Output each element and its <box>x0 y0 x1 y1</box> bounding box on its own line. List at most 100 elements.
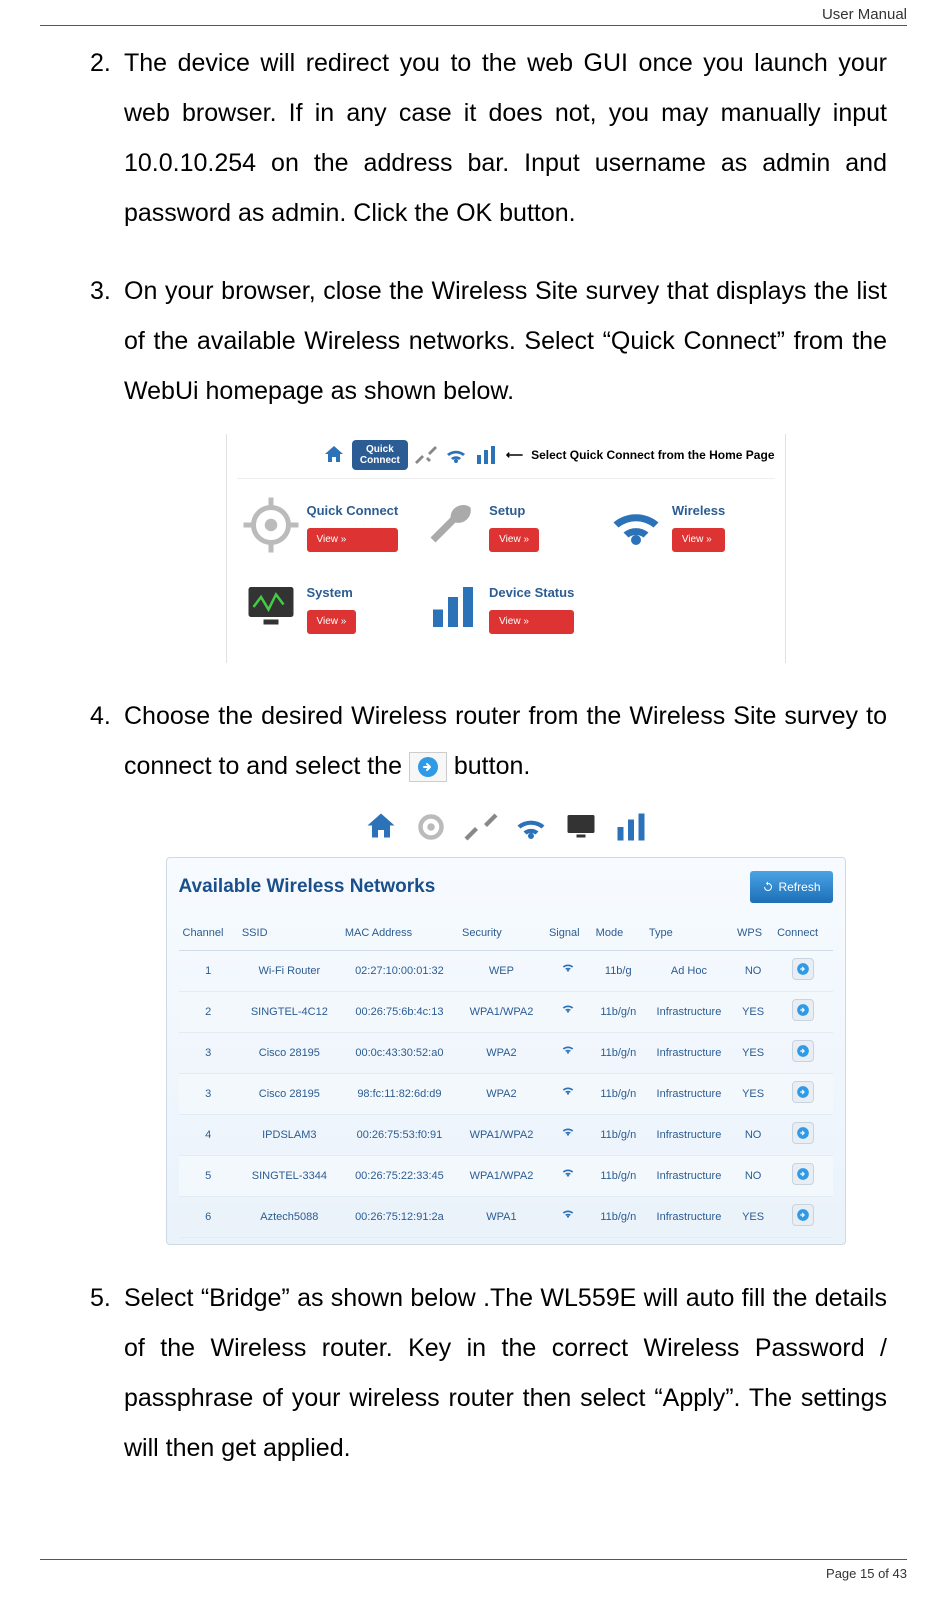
step-3: 3. On your browser, close the Wireless S… <box>90 266 887 663</box>
card-device-status[interactable]: Device Status View » <box>419 571 592 643</box>
gear-icon <box>241 495 301 555</box>
cell-security: WPA1/WPA2 <box>458 992 545 1033</box>
cell-type: Ad Hoc <box>645 951 733 992</box>
view-button[interactable]: View » <box>672 528 725 552</box>
cell-type: Infrastructure <box>645 1115 733 1156</box>
cell-channel: 4 <box>179 1115 238 1156</box>
table-row: 2SINGTEL-4C1200:26:75:6b:4c:13WPA1/WPA21… <box>179 992 833 1033</box>
cell-channel: 5 <box>179 1156 238 1197</box>
col-connect: Connect <box>773 916 832 951</box>
table-row: 1Wi-Fi Router02:27:10:00:01:32WEP11b/gAd… <box>179 951 833 992</box>
view-button[interactable]: View » <box>489 528 539 552</box>
wifi-signal-icon <box>559 1006 577 1018</box>
networks-table: Channel SSID MAC Address Security Signal… <box>179 916 833 1238</box>
step-text: The device will redirect you to the web … <box>124 49 887 227</box>
cell-connect <box>773 1074 832 1115</box>
cell-connect <box>773 1197 832 1238</box>
cell-signal <box>545 1033 592 1074</box>
cell-wps: NO <box>733 1156 773 1197</box>
cell-type: Infrastructure <box>645 992 733 1033</box>
cell-mode: 11b/g <box>592 951 645 992</box>
card-setup[interactable]: Setup View » <box>419 489 592 561</box>
col-mode: Mode <box>592 916 645 951</box>
connect-button[interactable] <box>792 1122 814 1144</box>
connect-button[interactable] <box>792 958 814 980</box>
card-quick-connect[interactable]: Quick Connect View » <box>237 489 410 561</box>
cell-mode: 11b/g/n <box>592 1115 645 1156</box>
card-wireless[interactable]: Wireless View » <box>602 489 775 561</box>
step-text-b: button. <box>454 752 530 780</box>
home-icon <box>322 443 346 467</box>
doc-header: User Manual <box>40 0 907 26</box>
table-row: 5SINGTEL-334400:26:75:22:33:45WPA1/WPA21… <box>179 1156 833 1197</box>
cell-wps: NO <box>733 951 773 992</box>
view-button[interactable]: View » <box>307 528 399 552</box>
page-footer: Page 15 of 43 <box>40 1559 907 1581</box>
connect-arrow-icon <box>409 752 447 782</box>
step-number: 2. <box>90 38 111 88</box>
view-button[interactable]: View » <box>307 610 357 634</box>
cell-ssid: SINGTEL-3344 <box>238 1156 341 1197</box>
cell-mac: 00:26:75:12:91:2a <box>341 1197 458 1238</box>
cell-mode: 11b/g/n <box>592 992 645 1033</box>
card-title: Wireless <box>672 498 725 524</box>
gear-icon <box>413 809 449 843</box>
cell-connect <box>773 1033 832 1074</box>
cell-mac: 00:26:75:6b:4c:13 <box>341 992 458 1033</box>
cell-security: WPA1 <box>458 1197 545 1238</box>
homepage-figure: Quick Connect ⟵ Select Quick Connect fro… <box>226 434 786 663</box>
cell-mode: 11b/g/n <box>592 1033 645 1074</box>
monitor-icon <box>241 577 301 637</box>
col-type: Type <box>645 916 733 951</box>
cell-type: Infrastructure <box>645 1156 733 1197</box>
callout-text: Select Quick Connect from the Home Page <box>531 443 774 467</box>
wifi-signal-icon <box>559 1129 577 1141</box>
step-number: 3. <box>90 266 111 316</box>
table-row: 4IPDSLAM300:26:75:53:f0:91WPA1/WPA211b/g… <box>179 1115 833 1156</box>
tools-icon <box>414 443 438 467</box>
cell-signal <box>545 1115 592 1156</box>
wifi-icon <box>606 495 666 555</box>
wrench-icon <box>423 495 483 555</box>
card-system[interactable]: System View » <box>237 571 410 643</box>
cell-wps: YES <box>733 992 773 1033</box>
cell-ssid: Cisco 28195 <box>238 1033 341 1074</box>
cell-type: Infrastructure <box>645 1033 733 1074</box>
cell-signal <box>545 1197 592 1238</box>
step-5: 5. Select “Bridge” as shown below .The W… <box>90 1273 887 1473</box>
cell-ssid: Wi-Fi Router <box>238 951 341 992</box>
step-2: 2. The device will redirect you to the w… <box>90 38 887 238</box>
cell-mode: 11b/g/n <box>592 1074 645 1115</box>
connect-button[interactable] <box>792 1040 814 1062</box>
cell-ssid: Cisco 28195 <box>238 1074 341 1115</box>
refresh-button[interactable]: Refresh <box>750 871 832 903</box>
wireless-networks-panel: Available Wireless Networks Refresh Chan… <box>166 857 846 1245</box>
col-mac: MAC Address <box>341 916 458 951</box>
connect-button[interactable] <box>792 999 814 1021</box>
cell-channel: 6 <box>179 1197 238 1238</box>
connect-button[interactable] <box>792 1204 814 1226</box>
view-button[interactable]: View » <box>489 610 574 634</box>
table-header-row: Channel SSID MAC Address Security Signal… <box>179 916 833 951</box>
col-channel: Channel <box>179 916 238 951</box>
cell-wps: YES <box>733 1074 773 1115</box>
cell-security: WEP <box>458 951 545 992</box>
wifi-signal-icon <box>559 1047 577 1059</box>
cell-connect <box>773 1156 832 1197</box>
nav-icon-bar <box>124 809 887 843</box>
connect-button[interactable] <box>792 1163 814 1185</box>
tools-icon <box>463 809 499 843</box>
cell-signal <box>545 1074 592 1115</box>
connect-button[interactable] <box>792 1081 814 1103</box>
wifi-signal-icon <box>559 1088 577 1100</box>
cell-connect <box>773 992 832 1033</box>
col-security: Security <box>458 916 545 951</box>
cell-type: Infrastructure <box>645 1074 733 1115</box>
cell-connect <box>773 1115 832 1156</box>
home-icon <box>363 809 399 843</box>
barchart-icon <box>423 577 483 637</box>
cell-mac: 02:27:10:00:01:32 <box>341 951 458 992</box>
monitor-icon <box>563 809 599 843</box>
card-title: Quick Connect <box>307 498 399 524</box>
cell-security: WPA2 <box>458 1074 545 1115</box>
